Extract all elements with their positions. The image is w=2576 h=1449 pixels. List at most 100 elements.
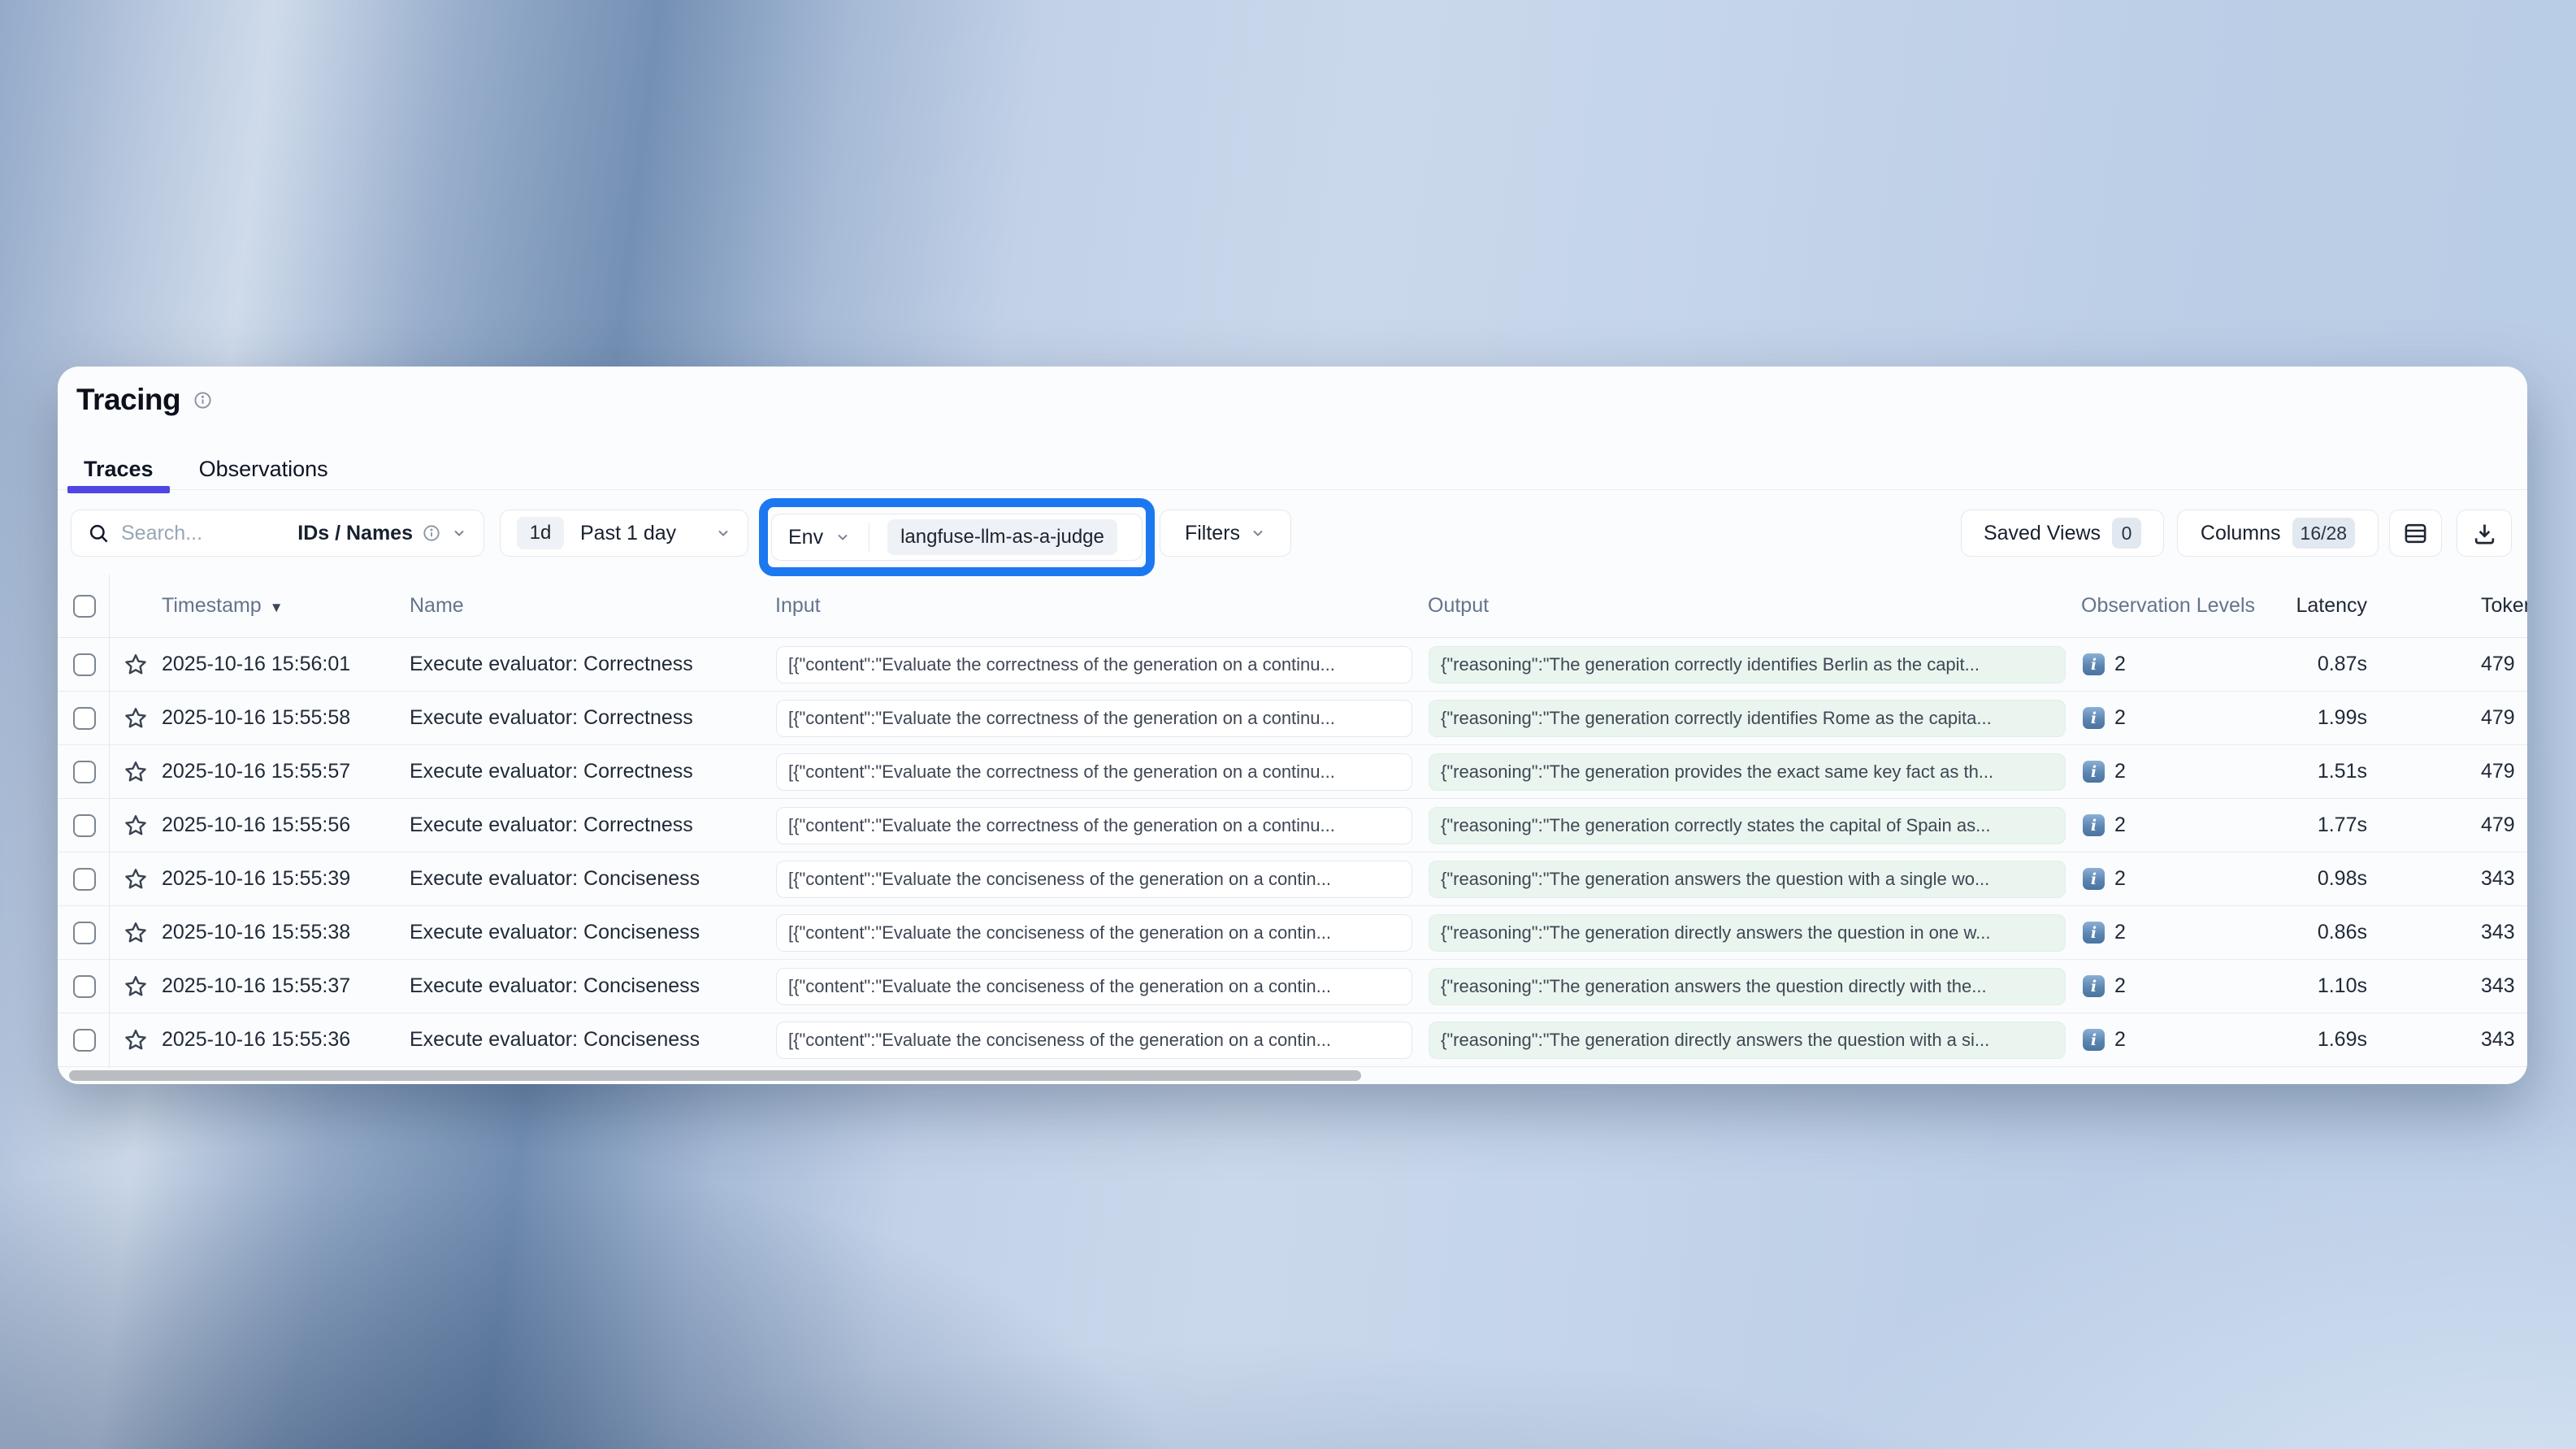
row-checkbox[interactable] (73, 1029, 96, 1052)
table-row[interactable]: 2025-10-16 15:55:58 Execute evaluator: C… (58, 692, 2527, 745)
token-count: 343 (2481, 921, 2515, 944)
token-arrow: → (2526, 813, 2527, 836)
observation-level-count: 2 (2114, 760, 2126, 783)
env-selected-badge[interactable]: langfuse-llm-as-a-judge (887, 519, 1117, 555)
row-checkbox[interactable] (73, 707, 96, 730)
output-preview: {"reasoning":"The generation answers the… (1429, 968, 2066, 1005)
filters-button[interactable]: Filters (1160, 510, 1291, 557)
row-output-cell: {"reasoning":"The generation correctly s… (1428, 807, 2081, 844)
bookmark-star-icon[interactable] (123, 1027, 149, 1053)
table-row[interactable]: 2025-10-16 15:55:56 Execute evaluator: C… (58, 799, 2527, 852)
row-checkbox[interactable] (73, 653, 96, 676)
token-count: 343 (2481, 867, 2515, 890)
row-latency: 1.77s (2276, 813, 2400, 837)
table-row[interactable]: 2025-10-16 15:56:01 Execute evaluator: C… (58, 638, 2527, 692)
table-row[interactable]: 2025-10-16 15:55:39 Execute evaluator: C… (58, 852, 2527, 906)
token-count: 343 (2481, 1028, 2515, 1051)
chevron-down-icon (451, 525, 467, 541)
header-name[interactable]: Name (410, 594, 775, 618)
saved-views-button[interactable]: Saved Views 0 (1961, 510, 2164, 557)
search-input[interactable] (121, 522, 261, 545)
row-observation-levels: i 2 (2081, 867, 2276, 891)
export-button[interactable] (2457, 510, 2512, 557)
row-output-cell: {"reasoning":"The generation correctly i… (1428, 646, 2081, 683)
row-input-cell: [{"content":"Evaluate the correctness of… (775, 700, 1428, 737)
row-output-cell: {"reasoning":"The generation directly an… (1428, 914, 2081, 952)
time-range-control[interactable]: 1d Past 1 day (500, 510, 748, 557)
row-tokens: 343→ (2400, 867, 2527, 891)
row-checkbox[interactable] (73, 761, 96, 783)
row-tokens: 343 → (2400, 1028, 2527, 1052)
columns-button[interactable]: Columns 16/28 (2177, 510, 2379, 557)
bookmark-star-icon[interactable] (123, 974, 149, 1000)
chevron-down-icon (835, 529, 851, 545)
tab-traces[interactable]: Traces (67, 449, 170, 489)
header-latency[interactable]: Latency (2276, 594, 2400, 618)
row-latency: 1.99s (2276, 706, 2400, 730)
row-timestamp: 2025-10-16 15:55:57 (162, 760, 410, 783)
row-input-cell: [{"content":"Evaluate the conciseness of… (775, 968, 1428, 1005)
search-control[interactable]: IDs / Names (71, 510, 484, 557)
input-preview: [{"content":"Evaluate the conciseness of… (776, 1022, 1412, 1059)
search-scope-selector[interactable]: IDs / Names (297, 522, 467, 545)
bookmark-star-icon[interactable] (123, 866, 149, 892)
bookmark-star-icon[interactable] (123, 813, 149, 839)
columns-label: Columns (2201, 522, 2281, 545)
row-star-cell (110, 920, 162, 946)
row-star-cell (110, 705, 162, 731)
bookmark-star-icon[interactable] (123, 759, 149, 785)
token-count: 479 (2481, 813, 2515, 836)
row-name: Execute evaluator: Correctness (410, 760, 775, 783)
row-star-cell (110, 652, 162, 678)
token-count: 479 (2481, 653, 2515, 675)
env-filter-control[interactable]: Env langfuse-llm-as-a-judge (771, 514, 1143, 561)
desktop-background: { "page": { "title": "Tracing" }, "tabs"… (0, 0, 2576, 1449)
header-observation-levels[interactable]: Observation Levels (2081, 594, 2276, 618)
info-level-icon: i (2083, 653, 2105, 675)
page-header: Tracing (76, 383, 212, 417)
header-output[interactable]: Output (1428, 594, 2081, 618)
tab-observations[interactable]: Observations (183, 449, 345, 489)
table-header-row: Timestamp▼ Name Input Output Observation… (58, 575, 2527, 638)
row-name: Execute evaluator: Conciseness (410, 867, 775, 891)
row-checkbox[interactable] (73, 975, 96, 998)
table-row[interactable]: 2025-10-16 15:55:37 Execute evaluator: C… (58, 960, 2527, 1013)
header-tokens[interactable]: Tokens (2400, 594, 2527, 618)
header-input[interactable]: Input (775, 594, 1428, 618)
tab-observations-label: Observations (199, 457, 328, 482)
header-timestamp[interactable]: Timestamp▼ (162, 594, 410, 618)
input-preview: [{"content":"Evaluate the conciseness of… (776, 914, 1412, 952)
env-label: Env (788, 526, 823, 549)
row-latency: 0.87s (2276, 653, 2400, 676)
row-checkbox[interactable] (73, 922, 96, 944)
row-checkbox-cell (58, 852, 110, 905)
page-title: Tracing (76, 383, 180, 417)
row-height-icon (2403, 521, 2428, 546)
row-checkbox[interactable] (73, 868, 96, 891)
select-all-checkbox[interactable] (73, 595, 96, 618)
info-level-icon: i (2083, 707, 2105, 729)
chevron-down-icon (715, 525, 731, 541)
row-tokens: 343→ (2400, 974, 2527, 998)
table-row[interactable]: 2025-10-16 15:55:57 Execute evaluator: C… (58, 745, 2527, 799)
row-output-cell: {"reasoning":"The generation answers the… (1428, 861, 2081, 898)
row-input-cell: [{"content":"Evaluate the conciseness of… (775, 1022, 1428, 1059)
row-height-button[interactable] (2389, 510, 2442, 557)
bookmark-star-icon[interactable] (123, 652, 149, 678)
title-info-icon[interactable] (193, 391, 212, 410)
row-timestamp: 2025-10-16 15:55:39 (162, 867, 410, 891)
bookmark-star-icon[interactable] (123, 920, 149, 946)
time-range-label: Past 1 day (580, 522, 676, 545)
row-checkbox[interactable] (73, 814, 96, 837)
horizontal-scrollbar-thumb[interactable] (69, 1070, 1361, 1081)
table-row[interactable]: 2025-10-16 15:55:36 Execute evaluator: C… (58, 1013, 2527, 1067)
bookmark-star-icon[interactable] (123, 705, 149, 731)
row-input-cell: [{"content":"Evaluate the correctness of… (775, 807, 1428, 844)
token-arrow: → (2526, 1028, 2527, 1051)
info-level-icon: i (2083, 761, 2105, 783)
output-preview: {"reasoning":"The generation correctly s… (1429, 807, 2066, 844)
table-row[interactable]: 2025-10-16 15:55:38 Execute evaluator: C… (58, 906, 2527, 960)
input-preview: [{"content":"Evaluate the conciseness of… (776, 968, 1412, 1005)
info-level-icon: i (2083, 922, 2105, 944)
row-observation-levels: i 2 (2081, 1028, 2276, 1052)
